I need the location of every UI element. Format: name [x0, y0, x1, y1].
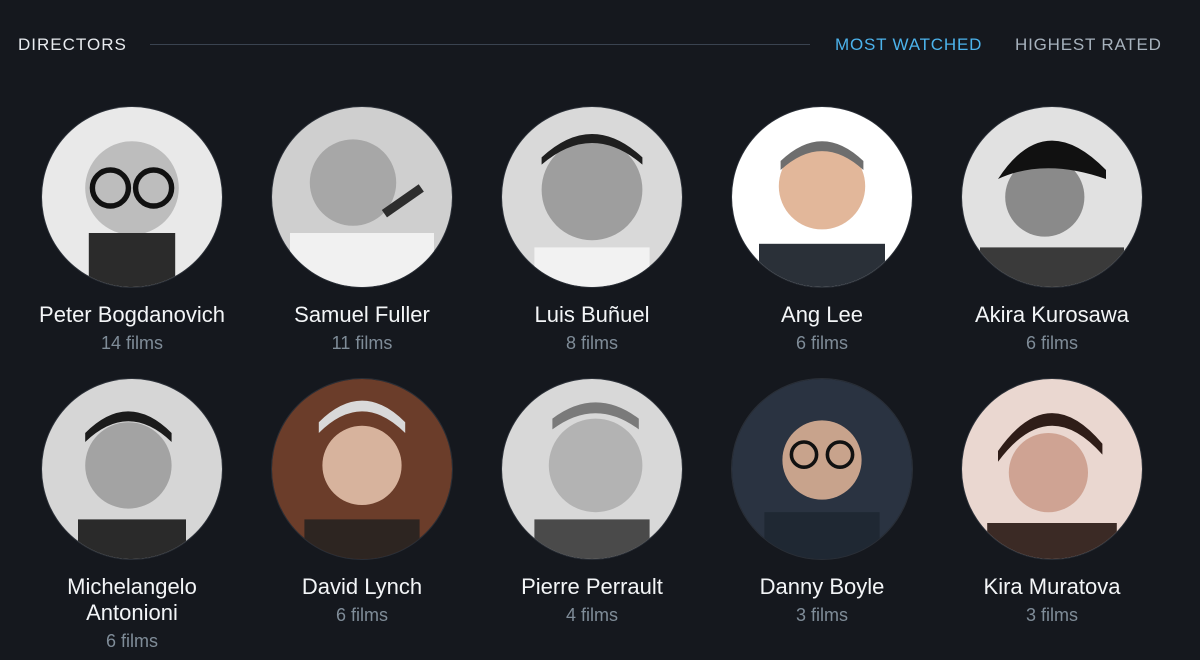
portrait-image [42, 107, 222, 287]
director-name: Samuel Fuller [294, 302, 430, 327]
director-card[interactable]: Peter Bogdanovich 14 films [22, 106, 242, 354]
portrait-image [962, 107, 1142, 287]
portrait-image [732, 379, 912, 559]
director-name: Kira Muratova [983, 574, 1121, 599]
director-name: Akira Kurosawa [974, 302, 1130, 327]
film-count: 6 films [795, 333, 848, 353]
director-name: David Lynch [301, 574, 423, 599]
portrait-image [502, 107, 682, 287]
director-card[interactable]: Pierre Perrault 4 films [482, 378, 702, 626]
director-card[interactable]: Ang Lee 6 films [712, 106, 932, 354]
portrait-image [962, 379, 1142, 559]
director-card[interactable]: Akira Kurosawa 6 films [942, 106, 1162, 354]
portrait-image [502, 379, 682, 559]
director-avatar[interactable] [501, 378, 683, 560]
directors-grid: Peter Bogdanovich 14 films Samuel Fuller… [0, 0, 1200, 660]
portrait-image [732, 107, 912, 287]
film-count: 11 films [331, 333, 393, 353]
director-card[interactable]: David Lynch 6 films [252, 378, 472, 626]
portrait-image [272, 107, 452, 287]
film-count: 14 films [100, 333, 163, 353]
director-avatar[interactable] [271, 106, 453, 288]
director-card[interactable]: Michelangelo Antonioni 6 films [22, 378, 242, 652]
director-card[interactable]: Kira Muratova 3 films [942, 378, 1162, 626]
director-name: Michelangelo Antonioni [67, 574, 197, 625]
portrait-image [42, 379, 222, 559]
film-count: 8 films [565, 333, 618, 353]
director-name: Pierre Perrault [521, 574, 663, 599]
director-name: Luis Buñuel [534, 302, 650, 327]
director-avatar[interactable] [731, 378, 913, 560]
director-name: Ang Lee [781, 302, 863, 327]
film-count: 3 films [795, 605, 848, 625]
director-avatar[interactable] [271, 378, 453, 560]
director-card[interactable]: Samuel Fuller 11 films [252, 106, 472, 354]
director-avatar[interactable] [961, 378, 1143, 560]
portrait-image [272, 379, 452, 559]
director-avatar[interactable] [41, 378, 223, 560]
film-count: 6 films [105, 631, 158, 651]
director-name: Danny Boyle [759, 574, 885, 599]
film-count: 6 films [1025, 333, 1078, 353]
director-avatar[interactable] [501, 106, 683, 288]
director-avatar[interactable] [731, 106, 913, 288]
film-count: 6 films [335, 605, 388, 625]
director-avatar[interactable] [41, 106, 223, 288]
director-card[interactable]: Luis Buñuel 8 films [482, 106, 702, 354]
film-count: 3 films [1025, 605, 1078, 625]
film-count: 4 films [565, 605, 618, 625]
director-avatar[interactable] [961, 106, 1143, 288]
director-card[interactable]: Danny Boyle 3 films [712, 378, 932, 626]
director-name: Peter Bogdanovich [39, 302, 225, 327]
